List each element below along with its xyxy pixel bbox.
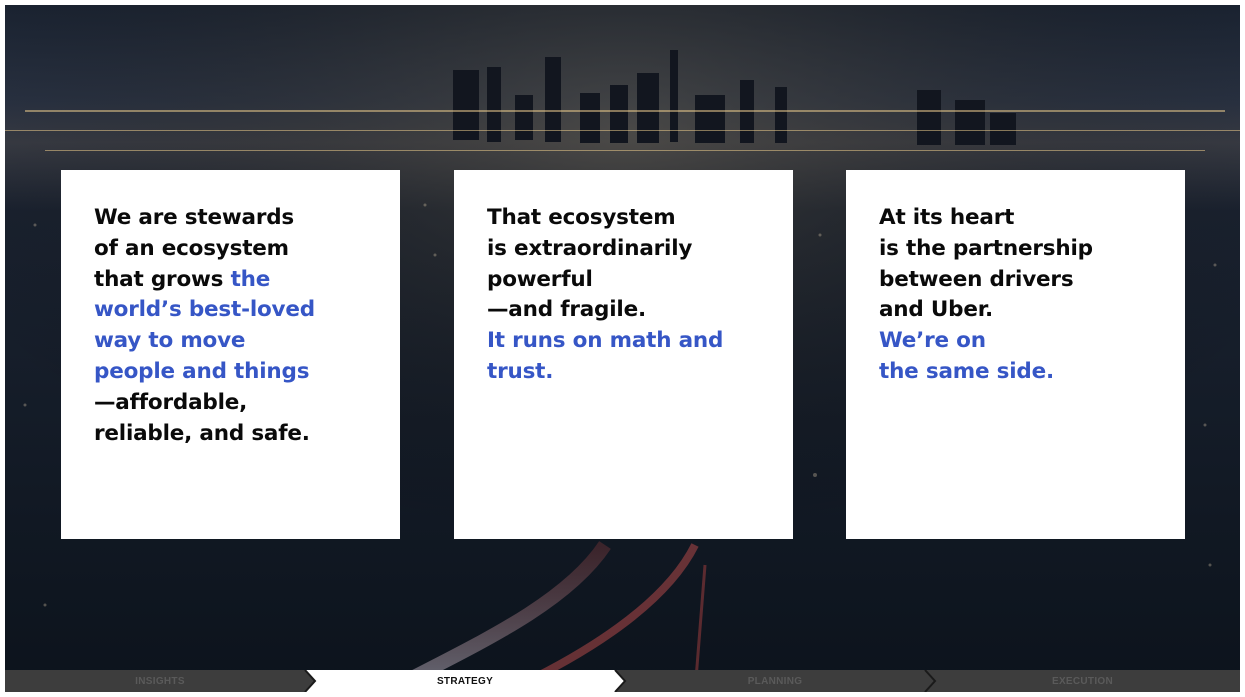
card-1-line-3-highlight: the — [230, 266, 271, 292]
statement-card-1-text: We are stewards of an ecosystem that gro… — [94, 203, 400, 449]
nav-step-planning[interactable]: PLANNING — [615, 670, 935, 692]
card-1-line-1: We are stewards — [94, 205, 295, 230]
card-2-line-2: is extraordinarily — [487, 235, 693, 261]
nav-step-execution[interactable]: EXECUTION — [925, 670, 1240, 692]
statement-card-1: We are stewards of an ecosystem that gro… — [61, 170, 400, 539]
statement-card-3: At its heart is the partnership between … — [846, 170, 1185, 539]
card-1-line-3-prefix: that grows — [94, 266, 231, 292]
card-2-line-1: That ecosystem — [487, 205, 676, 230]
card-3-line-4: and Uber. — [879, 297, 994, 323]
card-2-line-5: It runs on math and — [487, 328, 724, 354]
progress-nav: INSIGHTS STRATEGY PLANNING EXECUTION — [5, 670, 1240, 692]
statement-card-2: That ecosystem is extraordinarily powerf… — [454, 170, 793, 539]
slide: We are stewards of an ecosystem that gro… — [5, 5, 1240, 692]
card-2-line-4: —and fragile. — [487, 297, 646, 323]
card-3-line-5: We’re on — [879, 328, 986, 354]
card-1-line-8: reliable, and safe. — [94, 420, 310, 446]
card-1-line-3: that grows the — [94, 265, 400, 296]
statement-card-3-text: At its heart is the partnership between … — [879, 203, 1185, 388]
statement-card-2-text: That ecosystem is extraordinarily powerf… — [487, 203, 793, 388]
card-3-line-1: At its heart — [879, 205, 1015, 230]
card-3-line-6: the same side. — [879, 358, 1054, 384]
card-1-line-7: —affordable, — [94, 389, 248, 415]
card-3-line-2: is the partnership — [879, 235, 1093, 261]
nav-step-insights[interactable]: INSIGHTS — [5, 670, 315, 692]
card-1-line-6: people and things — [94, 358, 310, 384]
nav-step-strategy[interactable]: STRATEGY — [305, 670, 625, 692]
card-2-line-6: trust. — [487, 358, 554, 384]
card-3-line-3: between drivers — [879, 266, 1074, 292]
card-2-line-3: powerful — [487, 266, 593, 292]
card-1-line-2: of an ecosystem — [94, 235, 289, 261]
card-1-line-5: way to move — [94, 328, 246, 354]
card-1-line-4: world’s best-loved — [94, 297, 315, 323]
